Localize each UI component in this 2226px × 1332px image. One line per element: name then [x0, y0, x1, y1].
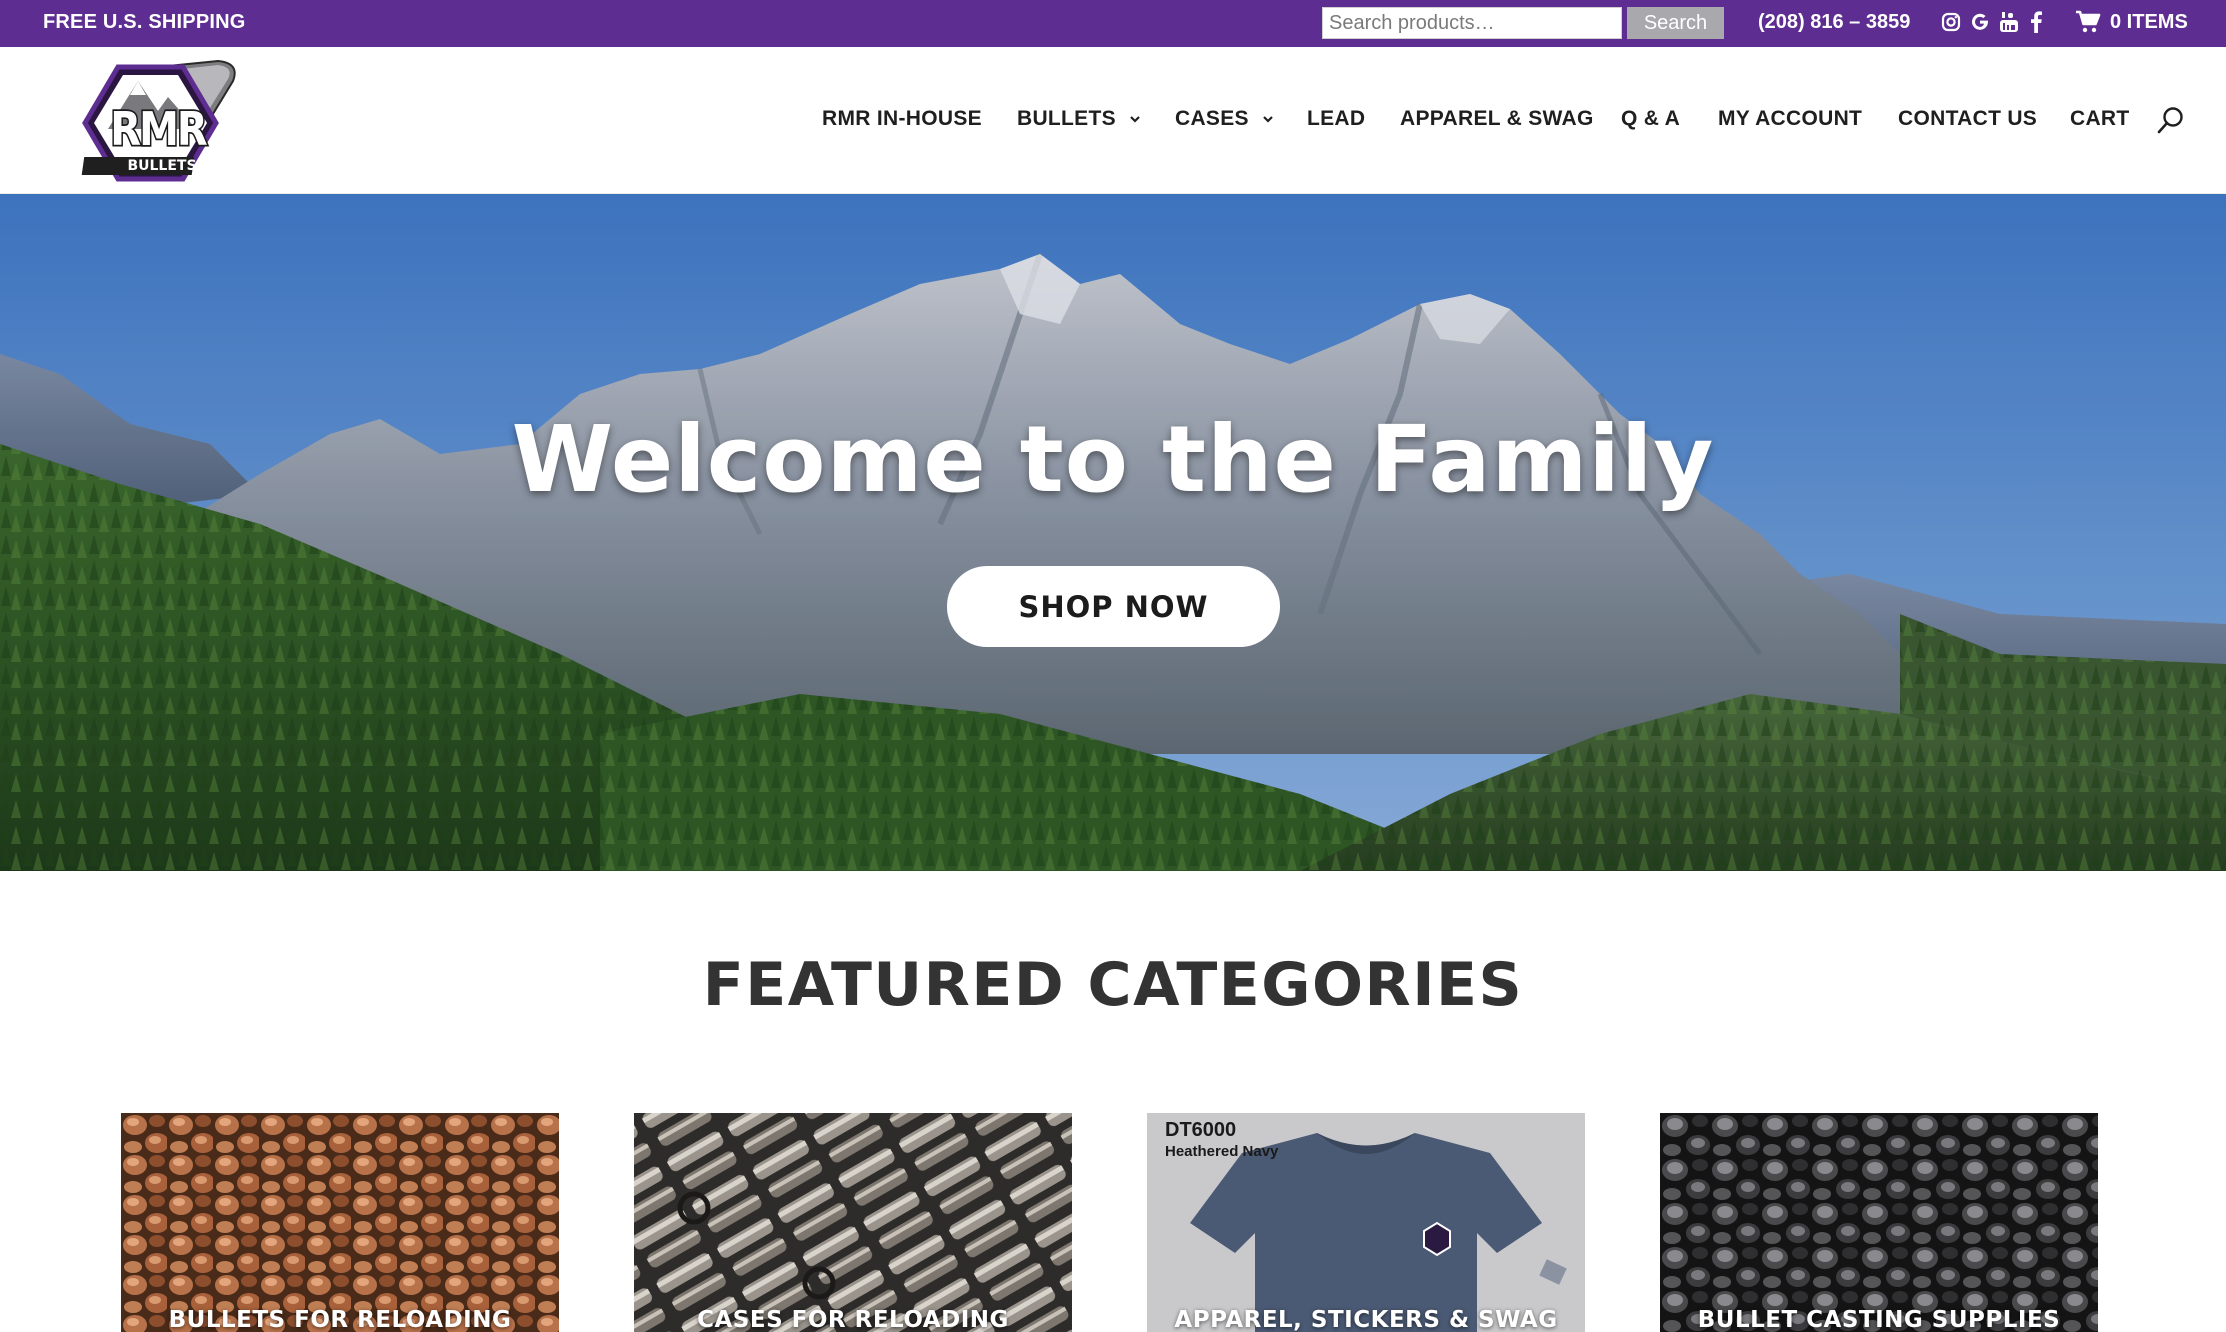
- nav-label: CART: [2070, 107, 2130, 130]
- category-card-apparel[interactable]: DT6000 Heathered Navy APPAREL, STICKERS …: [1147, 1113, 1585, 1332]
- chevron-down-icon: [1263, 116, 1273, 123]
- lead-bullets-image: [1660, 1113, 2098, 1332]
- search-icon[interactable]: [2156, 105, 2186, 135]
- hero-title: Welcome to the Family: [511, 406, 1715, 513]
- google-icon[interactable]: [1968, 10, 1992, 34]
- chevron-down-icon: [1130, 116, 1140, 123]
- nav-rmr-in-house[interactable]: RMR IN-HOUSE: [822, 107, 982, 131]
- youtube-icon[interactable]: [1997, 10, 2021, 34]
- nav-bullets[interactable]: BULLETS: [1017, 107, 1142, 131]
- mountain-landscape-image: [0, 194, 2226, 871]
- logo-text-sub: BULLETS: [127, 158, 197, 174]
- copper-bullets-image: [121, 1113, 559, 1332]
- main-header: RMR BULLETS RMR IN-HOUSE BULLETS CASES L…: [0, 47, 2226, 194]
- nav-label: BULLETS: [1017, 107, 1116, 130]
- nav-label: APPAREL & SWAG: [1400, 107, 1594, 130]
- category-label: CASES FOR RELOADING: [697, 1307, 1009, 1332]
- category-card-bullets[interactable]: BULLETS FOR RELOADING: [121, 1113, 559, 1332]
- nav-apparel-swag[interactable]: APPAREL & SWAG: [1400, 107, 1594, 131]
- category-card-cases[interactable]: CASES FOR RELOADING: [634, 1113, 1072, 1332]
- nav-label: MY ACCOUNT: [1718, 107, 1863, 130]
- category-label: BULLETS FOR RELOADING: [168, 1307, 512, 1332]
- nav-label: CONTACT US: [1898, 107, 2038, 130]
- nav-label: LEAD: [1307, 107, 1366, 130]
- nav-label: RMR IN-HOUSE: [822, 107, 982, 130]
- free-shipping-text: FREE U.S. SHIPPING: [43, 11, 246, 33]
- logo-text-main: RMR: [109, 102, 209, 158]
- nav-contact-us[interactable]: CONTACT US: [1898, 107, 2037, 131]
- phone-number[interactable]: (208) 816 – 3859: [1758, 11, 1910, 34]
- facebook-icon[interactable]: [2024, 10, 2048, 34]
- shop-now-button[interactable]: SHOP NOW: [947, 566, 1280, 647]
- rmr-bullets-logo[interactable]: RMR BULLETS: [68, 59, 238, 187]
- top-bar: FREE U.S. SHIPPING Search (208) 816 – 38…: [0, 0, 2226, 47]
- nav-label: CASES: [1175, 107, 1249, 130]
- brass-cases-image: [634, 1113, 1072, 1332]
- nav-label: Q & A: [1621, 107, 1681, 130]
- nav-my-account[interactable]: MY ACCOUNT: [1718, 107, 1862, 131]
- category-label: APPAREL, STICKERS & SWAG: [1174, 1307, 1558, 1332]
- hero-banner: Welcome to the Family SHOP NOW: [0, 194, 2226, 871]
- nav-q-and-a[interactable]: Q & A: [1621, 107, 1680, 131]
- search-input[interactable]: [1322, 7, 1622, 39]
- tshirt-model-text: DT6000: [1165, 1119, 1237, 1141]
- nav-cases[interactable]: CASES: [1175, 107, 1275, 131]
- cart-items-count[interactable]: 0 ITEMS: [2110, 11, 2188, 34]
- cart-icon[interactable]: [2075, 9, 2101, 35]
- nav-lead[interactable]: LEAD: [1307, 107, 1365, 131]
- instagram-icon[interactable]: [1939, 10, 1963, 34]
- category-label: BULLET CASTING SUPPLIES: [1697, 1307, 2061, 1332]
- search-button[interactable]: Search: [1627, 7, 1724, 39]
- nav-cart[interactable]: CART: [2070, 107, 2130, 131]
- category-card-casting[interactable]: BULLET CASTING SUPPLIES: [1660, 1113, 2098, 1332]
- featured-categories-title: FEATURED CATEGORIES: [702, 950, 1524, 1020]
- tshirt-color-text: Heathered Navy: [1165, 1143, 1279, 1160]
